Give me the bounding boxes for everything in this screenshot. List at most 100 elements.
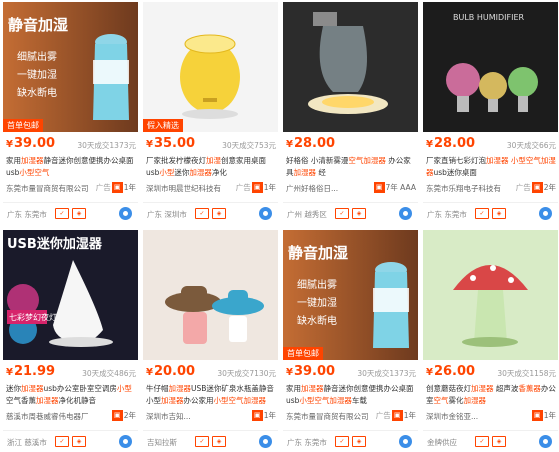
location: 广州 越秀区 [287,210,327,219]
shop-name-link[interactable]: 东莞市乐翔电子科技有 [426,183,501,194]
location: 金牌供应 [427,438,457,447]
shop-name-link[interactable]: 深圳市金铭亚... [426,411,478,422]
currency-symbol: ¥ [146,367,153,378]
product-image[interactable] [143,230,278,360]
product-card[interactable]: 假入精选 ¥35.00 30天成交753元 厂家批发柠檬夜灯加湿创意家用桌面us… [143,2,278,224]
product-title-link[interactable]: 厂家批发柠檬夜灯加湿创意家用桌面usb小型迷你加湿器净化 [146,155,276,179]
shop-name-link[interactable]: 东莞市量冒商贸有限公司 [6,183,89,194]
guarantee-icon[interactable]: ◈ [212,208,226,219]
shop-name-link[interactable]: 深圳市吉知... [146,411,191,422]
shop-name-link[interactable]: 慈溪市周巷威睿伟电器厂 [6,411,89,422]
shop-name-link[interactable]: 东莞市量冒商贸有限公司 [286,411,369,422]
product-title-link[interactable]: 创意蘑菇夜灯加湿器 超声波香薰器办公室空气雾化加湿器 [426,383,556,407]
service-icons: ✓ ◈ [55,208,89,219]
title-fragment: 车载 [351,396,367,405]
guarantee-icon[interactable]: ◈ [352,208,366,219]
product-image[interactable]: 静音加湿 细腻出雾 一键加湿 缺水断电 首单包邮 [283,230,418,360]
product-image[interactable] [423,230,558,360]
shop-level-icon: ▣ [391,410,403,421]
title-fragment: 小型空气加湿器 [299,396,352,405]
guarantee-icon[interactable]: ◈ [72,436,86,447]
product-card[interactable]: ¥26.00 30天成交1158元 创意蘑菇夜灯加湿器 超声波香薰器办公室空气雾… [423,230,558,452]
product-card[interactable]: USB迷你加湿器 七彩梦幻夜灯 ¥21.99 30天成交486元 迷你加湿器us… [3,230,138,452]
title-fragment: 牛仔帽 [146,384,169,393]
guarantee-icon[interactable]: ◈ [72,208,86,219]
product-image[interactable]: 假入精选 [143,2,278,132]
certified-icon[interactable]: ✓ [475,436,489,447]
certified-icon[interactable]: ✓ [195,208,209,219]
product-title-link[interactable]: 牛仔帽加湿器USB迷你矿泉水瓶盖静音小型加湿器办公家用小型空气加湿器 [146,383,276,407]
product-image[interactable]: 静音加湿 细腻出雾 一键加湿 缺水断电 首单包邮 [3,2,138,132]
certified-icon[interactable]: ✓ [195,436,209,447]
product-title-link[interactable]: 家用加湿器静音迷你创意便携办公桌面usb小型空气加湿器车载 [286,383,416,407]
service-icons: ✓ ◈ [195,436,229,447]
product-card[interactable]: BULB HUMIDIFIER ¥28.00 30天成交66元 厂家直销七彩灯泡… [423,2,558,224]
title-fragment: 加湿器 [21,156,44,165]
promo-tag: 假入精选 [143,119,183,132]
service-icons: ✓ ◈ [55,436,89,447]
ad-label: 广告 [375,411,391,420]
shop-years: 7年 AAA [385,183,416,192]
guarantee-icon[interactable]: ◈ [212,436,226,447]
service-icons: ✓ ◈ [475,436,509,447]
location: 广东 东莞市 [7,210,47,219]
certified-icon[interactable]: ✓ [335,436,349,447]
product-title-link[interactable]: 家用加湿器静音迷你创意便携办公桌面usb小型空气 [6,155,136,179]
chat-icon[interactable] [399,207,412,220]
certified-icon[interactable]: ✓ [335,208,349,219]
title-fragment: 小型空气 [510,156,541,165]
sales-count: 30天成交1373元 [357,369,416,378]
title-fragment: 迷你 [174,168,190,177]
location-row: 广东 东莞市 ✓ ◈ [283,430,418,452]
title-fragment: 厂家直销七彩灯泡 [426,156,486,165]
chat-icon[interactable] [539,207,552,220]
product-image[interactable] [283,2,418,132]
product-title-link[interactable]: 好格俗 小清新雾漫空气加湿器 办公家具加湿器 经 [286,155,416,179]
title-fragment: 净化 [211,168,227,177]
title-fragment: 创意蘑菇夜灯 [426,384,471,393]
location: 浙江 慈溪市 [7,438,47,447]
chat-icon[interactable] [119,207,132,220]
shop-row: 慈溪市周巷威睿伟电器厂 ▣ 2年 [6,409,136,423]
guarantee-icon[interactable]: ◈ [492,208,506,219]
title-fragment: 空气香薰 [6,396,36,405]
shop-level-icon: ▣ [111,410,123,421]
product-card[interactable]: 静音加湿 细腻出雾 一键加湿 缺水断电 首单包邮 ¥39.00 30天成交137… [283,230,418,452]
guarantee-icon[interactable]: ◈ [492,436,506,447]
shop-row: 东莞市量冒商贸有限公司 广告 ▣ 1年 [286,409,416,423]
location-row: 广东 东莞市 ✓ ◈ [3,202,138,224]
shop-name-link[interactable]: 深圳市明晨世纪科技有 [146,183,221,194]
product-card[interactable]: ¥20.00 30天成交7130元 牛仔帽加湿器USB迷你矿泉水瓶盖静音小型加湿… [143,230,278,452]
currency-symbol: ¥ [286,139,293,150]
price-value: 20.00 [153,364,196,379]
title-fragment: 加湿器 [301,384,324,393]
product-title-link[interactable]: 迷你加湿器usb办公室卧室空调房小型空气香薰加湿器净化机静音 [6,383,136,407]
certified-icon[interactable]: ✓ [55,208,69,219]
sales-count: 30天成交1373元 [77,141,136,150]
chat-icon[interactable] [399,435,412,448]
title-fragment: usb办公室卧室空调房 [43,384,117,393]
title-fragment: 空气 [433,396,449,405]
shop-row: 东莞市乐翔电子科技有 广告 ▣ 2年 [426,181,556,195]
chat-icon[interactable] [259,207,272,220]
guarantee-icon[interactable]: ◈ [352,436,366,447]
shop-badges: ▣ 1年 [251,410,276,421]
product-title-link[interactable]: 厂家直销七彩灯泡加湿器 小型空气加湿器usb迷你桌面 [426,155,556,179]
title-fragment: 好格俗 小清新雾漫 [286,156,349,165]
product-image[interactable]: USB迷你加湿器 七彩梦幻夜灯 [3,230,138,360]
price-row: ¥39.00 30天成交1373元 [6,136,136,154]
chat-icon[interactable] [259,435,272,448]
title-fragment: 经 [316,168,326,177]
product-card[interactable]: 静音加湿 细腻出雾 一键加湿 缺水断电 首单包邮 ¥39.00 30天成交137… [3,2,138,224]
chat-icon[interactable] [119,435,132,448]
certified-icon[interactable]: ✓ [55,436,69,447]
title-fragment: 加湿 [206,156,221,165]
certified-icon[interactable]: ✓ [475,208,489,219]
product-image[interactable]: BULB HUMIDIFIER [423,2,558,132]
price: ¥35.00 [146,136,195,151]
price-value: 26.00 [433,364,476,379]
product-card[interactable]: ¥28.00 好格俗 小清新雾漫空气加湿器 办公家具加湿器 经 广州好格俗日..… [283,2,418,224]
shop-name-link[interactable]: 广州好格俗日... [286,183,338,194]
chat-icon[interactable] [539,435,552,448]
ad-label: 广告 [235,183,251,192]
